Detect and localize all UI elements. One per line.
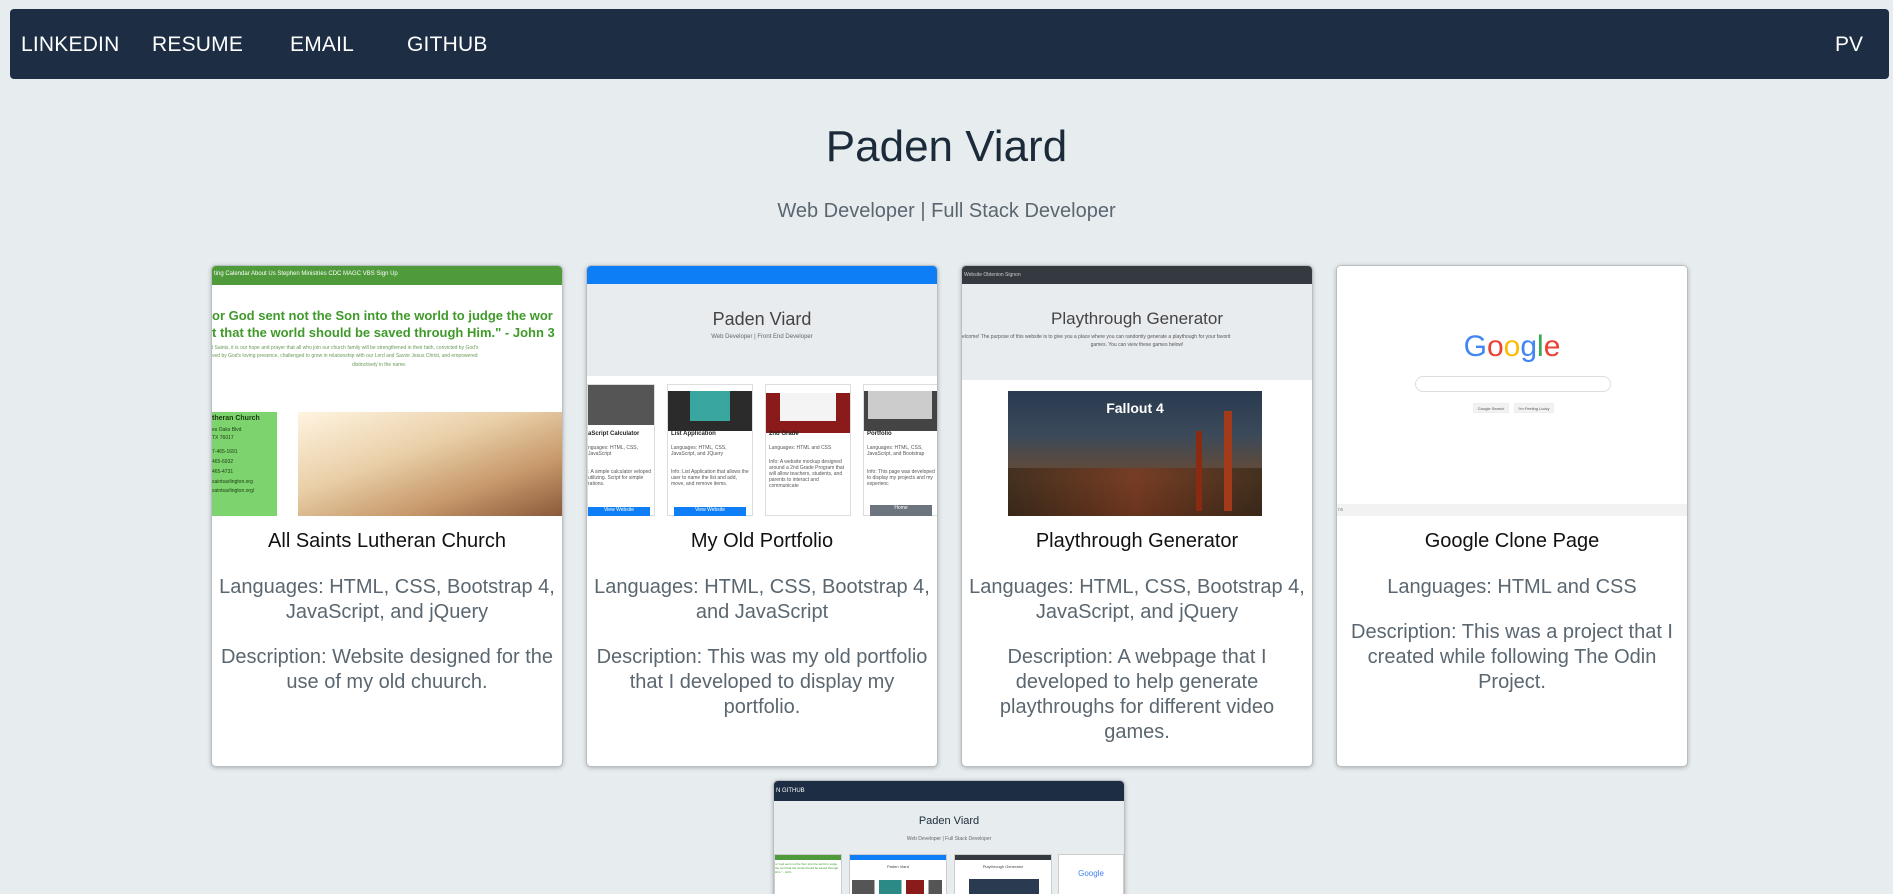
thumb-nav: N GITHUB [776, 788, 805, 794]
thumb-body-1: l Saints, it is our hope and prayer that… [212, 345, 479, 351]
thumb-side-line: 465-4731 [212, 469, 234, 475]
tile-title: List Application [671, 431, 716, 437]
page-subtitle: Web Developer | Full Stack Developer [777, 200, 1116, 222]
project-languages: Languages: HTML, CSS, Bootstrap 4, and J… [594, 576, 930, 623]
top-navbar: LINKEDIN RESUME EMAIL GITHUB PV [10, 9, 1889, 79]
google-logo: Google [1463, 330, 1561, 363]
thumb-tile: List Application Languages: HTML, CSS, J… [667, 384, 753, 516]
tile-lang: Languages: HTML and CSS [769, 445, 832, 451]
thumb-tile: Portfolio Languages: HTML, CSS, JavaScri… [863, 384, 937, 516]
project-title: Google Clone Page [1424, 530, 1600, 552]
project-card-playthrough: Website Obtenion Signon Playthrough Gene… [961, 265, 1313, 767]
thumb-nav: Website Obtenion Signon [964, 272, 1021, 278]
nav-link-github[interactable]: GITHUB [407, 33, 488, 57]
project-description: Description: This was my old portfolio t… [596, 646, 928, 718]
project-image-portfolio[interactable]: N GITHUB Paden Viard Web Developer | Ful… [774, 781, 1124, 894]
project-card-church: ting Calendar About Us Stephen Ministrie… [211, 265, 563, 767]
nav-link-resume[interactable]: RESUME [152, 33, 243, 57]
thumb-quote-1: or God sent not the Son into the world t… [212, 308, 553, 323]
project-image-church[interactable]: ting Calendar About Us Stephen Ministrie… [212, 266, 562, 516]
tile-info: Info: List Application that allows the u… [671, 469, 749, 487]
thumb-body-2: ved by God's loving presence, challenged… [212, 353, 478, 359]
thumb-mini-google: Google [1078, 869, 1104, 878]
project-description: Description: This was a project that I c… [1351, 621, 1673, 693]
project-image-old-portfolio[interactable]: Paden Viard Web Developer | Front End De… [587, 266, 937, 516]
thumb-footer: ns [1338, 507, 1344, 513]
project-image-playthrough[interactable]: Website Obtenion Signon Playthrough Gene… [962, 266, 1312, 516]
thumb-nav: ting Calendar About Us Stephen Ministrie… [214, 271, 398, 277]
thumb-side-line: saintsarlington.org/ [212, 488, 255, 494]
nav-link-email[interactable]: EMAIL [290, 33, 354, 57]
page-title: Paden Viard [825, 122, 1068, 171]
tile-info: : A simple calculator veloped utilizing.… [588, 469, 652, 487]
thumb-side-line: es Oaks Blvd [212, 427, 242, 433]
project-languages: Languages: HTML, CSS, Bootstrap 4, JavaS… [219, 576, 555, 623]
tile-lang: Languages: HTML, CSS, JavaScript, and Bo… [867, 445, 925, 457]
project-languages: Languages: HTML and CSS [1387, 576, 1637, 598]
thumb-heading: Playthrough Generator [1051, 309, 1223, 328]
tile-lang: nguages: HTML, CSS, JavaScript [588, 445, 639, 457]
project-title: All Saints Lutheran Church [268, 530, 506, 552]
tile-title: 2nd Grade [769, 431, 799, 437]
thumb-search-btn: Google Search [1473, 403, 1509, 413]
thumb-sub: Web Developer | Front End Developer [711, 334, 813, 340]
tile-info: Info: A website mockup designed around a… [769, 459, 845, 489]
tile-button: View Website [674, 507, 746, 516]
nav-brand[interactable]: PV [1835, 33, 1863, 57]
thumb-mini-playthrough: Playthrough Generator [982, 864, 1024, 869]
thumb-side-line: 7-465-1691 [212, 449, 238, 455]
tile-info: Info: This page was developed to display… [867, 469, 935, 487]
thumb-heading: Paden Viard [712, 309, 812, 329]
project-languages: Languages: HTML, CSS, Bootstrap 4, JavaS… [969, 576, 1305, 623]
tile-button: Home [870, 505, 932, 516]
church-photo [298, 412, 562, 516]
thumb-quote-2: t that the world should be saved through… [212, 325, 555, 340]
project-description: Description: Website designed for the us… [220, 646, 554, 693]
thumb-tile: aScript Calculator nguages: HTML, CSS, J… [587, 384, 655, 516]
thumb-heading: Paden Viard [918, 815, 980, 827]
thumb-intro-2: games. You can view these games below! [1090, 342, 1184, 348]
thumb-intro-1: elcome! The purpose of this website is t… [962, 334, 1231, 340]
tile-lang: Languages: HTML, CSS, JavaScript, and JQ… [671, 445, 727, 457]
thumb-mini-portfolio: Paden Viard [887, 864, 909, 869]
thumb-side-line: TX 76017 [212, 435, 234, 441]
project-image-google-clone[interactable]: Google Google Search I'm Feeling Lucky n… [1337, 266, 1687, 516]
thumb-search-box [1415, 376, 1611, 392]
thumb-side-line: 465-6932 [212, 459, 234, 465]
tile-title: aScript Calculator [588, 431, 640, 437]
tile-title: Portfolio [867, 431, 892, 437]
thumb-lucky-btn: I'm Feeling Lucky [1514, 403, 1554, 413]
thumb-mini-quote: or God sent not the Son into the world t… [775, 862, 839, 874]
thumb-tile: 2nd Grade Languages: HTML and CSS Info: … [765, 384, 851, 516]
tile-button: View Website [588, 507, 650, 516]
thumb-side-line: saintsarlington.org [212, 479, 253, 485]
thumb-body-3: distinctively in the name. [352, 362, 407, 368]
project-card-portfolio: N GITHUB Paden Viard Web Developer | Ful… [773, 780, 1125, 894]
nav-link-linkedin[interactable]: LINKEDIN [21, 33, 119, 57]
project-card-old-portfolio: Paden Viard Web Developer | Front End De… [586, 265, 938, 767]
project-title: Playthrough Generator [1035, 530, 1239, 552]
thumb-sub: Web Developer | Full Stack Developer [906, 836, 992, 842]
thumb-game-title: Fallout 4 [1106, 400, 1164, 416]
project-title: My Old Portfolio [690, 530, 834, 552]
project-card-google-clone: Google Google Search I'm Feeling Lucky n… [1336, 265, 1688, 767]
thumb-side-title: theran Church [212, 415, 260, 422]
project-description: Description: A webpage that I developed … [999, 646, 1275, 743]
